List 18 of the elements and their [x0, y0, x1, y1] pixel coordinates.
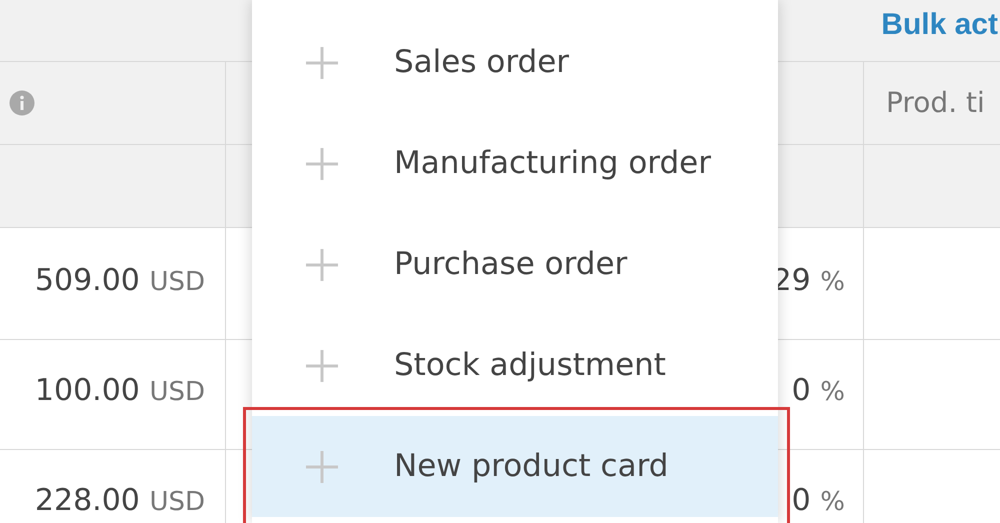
percent-cell-text: 0 %: [792, 372, 845, 410]
bulk-actions-link[interactable]: Bulk act: [881, 0, 998, 47]
plus-icon: [304, 44, 340, 80]
menu-item[interactable]: Purchase order: [252, 214, 778, 315]
column-header: Prod. ti: [886, 85, 985, 121]
menu-item[interactable]: Manufacturing order: [252, 113, 778, 214]
plus-icon: [304, 146, 340, 182]
percent-cell-text: 0 %: [792, 482, 845, 520]
info-icon[interactable]: [9, 90, 35, 116]
price-cell-text: 228.00 USD: [34, 482, 205, 520]
price-cell-text: 100.00 USD: [34, 372, 205, 410]
menu-item[interactable]: Stock adjustment: [252, 315, 778, 416]
plus-icon: [304, 246, 340, 282]
menu-item[interactable]: Sales order: [252, 12, 778, 113]
price-cell-text: 509.00 USD: [34, 262, 205, 300]
plus-icon: [304, 448, 340, 484]
plus-icon: [304, 348, 340, 384]
menu-item[interactable]: New product card: [252, 416, 778, 517]
